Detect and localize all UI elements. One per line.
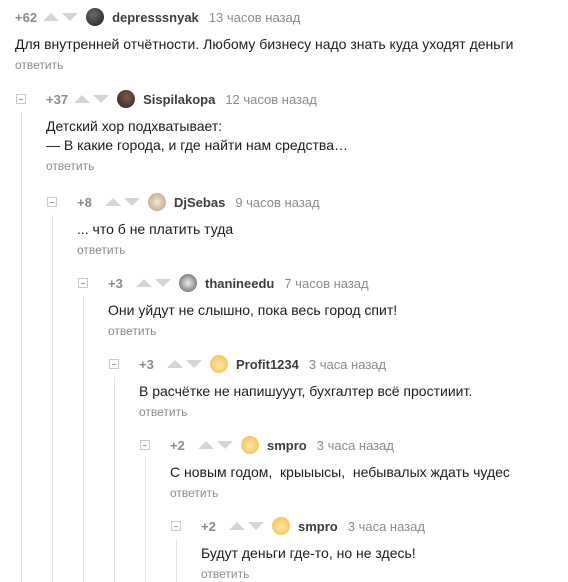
comment-text: Детский хор подхватывает: — В какие горо… (46, 117, 568, 155)
comment-time[interactable]: 9 часов назад (235, 195, 319, 210)
comment-text-line: В расчётке не напишууут, бухгалтер всё п… (139, 383, 473, 399)
comment-author[interactable]: Sispilakopa (143, 92, 215, 107)
comment-text-line: Для внутренней отчётности. Любому бизнес… (15, 36, 514, 52)
collapse-thread-button[interactable] (140, 440, 150, 450)
comment: +37 Sispilakopa 12 часов назад Детский х… (46, 89, 568, 173)
comment: +8 DjSebas 9 часов назад ... что б не пл… (77, 192, 568, 257)
comment-author[interactable]: smpro (298, 519, 338, 534)
upvote-icon[interactable] (43, 13, 60, 21)
collapse-thread-button[interactable] (171, 521, 181, 531)
collapse-thread-button[interactable] (109, 359, 119, 369)
comment-text: Для внутренней отчётности. Любому бизнес… (15, 35, 568, 54)
comment-rating: +3 (139, 356, 154, 372)
collapse-thread-button[interactable] (47, 197, 57, 207)
avatar[interactable] (241, 436, 259, 454)
comment-time[interactable]: 12 часов назад (225, 92, 317, 107)
comment-text: В расчётке не напишууут, бухгалтер всё п… (139, 382, 568, 401)
comment-time[interactable]: 7 часов назад (284, 276, 368, 291)
reply-link[interactable]: ответить (139, 405, 568, 419)
reply-link[interactable]: ответить (46, 159, 568, 173)
comment-rating: +62 (15, 9, 38, 25)
comment-rating: +8 (77, 194, 92, 210)
comment: +62 depresssnyak 13 часов назад Для внут… (15, 7, 568, 72)
comment-text-line: — В какие города, и где найти нам средст… (46, 137, 348, 153)
collapse-thread-button[interactable] (78, 278, 88, 288)
comment-header: +2 smpro 3 часа назад (170, 435, 568, 455)
reply-link[interactable]: ответить (201, 567, 568, 581)
comment-rating: +37 (46, 91, 69, 107)
downvote-icon[interactable] (217, 441, 233, 449)
comment-text-line: С новым годом, крыыысы, небывалых ждать … (170, 464, 510, 480)
comment-author[interactable]: smpro (267, 438, 307, 453)
comment: +2 smpro 3 часа назад Будут деньги где-т… (201, 516, 568, 581)
comment-header: +3 Profit1234 3 часа назад (139, 354, 568, 374)
reply-link[interactable]: ответить (170, 486, 568, 500)
comment-time[interactable]: 3 часа назад (348, 519, 425, 534)
comment-text-line: Будут деньги где-то, но не здесь! (201, 545, 416, 561)
reply-link[interactable]: ответить (108, 324, 568, 338)
avatar[interactable] (210, 355, 228, 373)
comment-text: С новым годом, крыыысы, небывалых ждать … (170, 463, 568, 482)
downvote-icon[interactable] (93, 95, 110, 103)
comment-header: +37 Sispilakopa 12 часов назад (46, 89, 568, 109)
avatar[interactable] (86, 8, 105, 26)
upvote-icon[interactable] (198, 441, 214, 449)
comment-header: +2 smpro 3 часа назад (201, 516, 568, 536)
downvote-icon[interactable] (248, 522, 264, 530)
downvote-icon[interactable] (62, 13, 79, 21)
comment: +3 thanineedu 7 часов назад Они уйдут не… (108, 273, 568, 338)
comment-text: Будут деньги где-то, но не здесь! (201, 544, 568, 563)
avatar[interactable] (117, 90, 136, 108)
upvote-icon[interactable] (105, 198, 121, 206)
upvote-icon[interactable] (167, 360, 183, 368)
comment-header: +62 depresssnyak 13 часов назад (15, 7, 568, 27)
downvote-icon[interactable] (124, 198, 140, 206)
comment-author[interactable]: depresssnyak (112, 10, 199, 25)
reply-link[interactable]: ответить (15, 58, 568, 72)
comment: +3 Profit1234 3 часа назад В расчётке не… (139, 354, 568, 419)
upvote-icon[interactable] (136, 279, 152, 287)
comment-header: +8 DjSebas 9 часов назад (77, 192, 568, 212)
upvote-icon[interactable] (74, 95, 91, 103)
comment-rating: +3 (108, 275, 123, 291)
upvote-icon[interactable] (229, 522, 245, 530)
downvote-icon[interactable] (186, 360, 202, 368)
reply-link[interactable]: ответить (77, 243, 568, 257)
comment-author[interactable]: DjSebas (174, 195, 225, 210)
comment-text: ... что б не платить туда (77, 220, 568, 239)
comment-time[interactable]: 13 часов назад (209, 10, 301, 25)
comment-author[interactable]: thanineedu (205, 276, 274, 291)
avatar[interactable] (148, 193, 166, 211)
avatar[interactable] (272, 517, 290, 535)
comment-header: +3 thanineedu 7 часов назад (108, 273, 568, 293)
comment-text: Они уйдут не слышно, пока весь город спи… (108, 301, 568, 320)
comment-text-line: ... что б не платить туда (77, 221, 234, 237)
downvote-icon[interactable] (155, 279, 171, 287)
comment-rating: +2 (201, 518, 216, 534)
comment-author[interactable]: Profit1234 (236, 357, 299, 372)
collapse-thread-button[interactable] (16, 94, 26, 104)
comment-text-line: Детский хор подхватывает: (46, 118, 223, 134)
comment-time[interactable]: 3 часа назад (309, 357, 386, 372)
avatar[interactable] (179, 274, 197, 292)
comment-time[interactable]: 3 часа назад (317, 438, 394, 453)
comment-text-line: Они уйдут не слышно, пока весь город спи… (108, 302, 398, 318)
comment-rating: +2 (170, 437, 185, 453)
comment: +2 smpro 3 часа назад С новым годом, кры… (170, 435, 568, 500)
